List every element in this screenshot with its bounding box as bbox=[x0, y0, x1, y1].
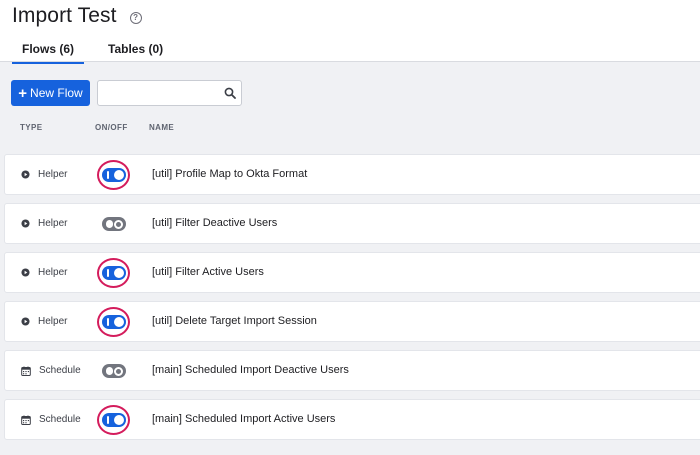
flow-name[interactable]: [util] Delete Target Import Session bbox=[152, 315, 317, 327]
column-header-type: TYPE bbox=[20, 123, 43, 132]
play-icon bbox=[21, 317, 34, 326]
play-icon bbox=[21, 219, 34, 228]
page-title: Import Test bbox=[12, 4, 117, 27]
flow-row[interactable]: Helper [util] Filter Deactive Users bbox=[4, 203, 700, 244]
tab-bar: Flows (6) Tables (0) bbox=[12, 40, 187, 64]
toggle-on[interactable] bbox=[101, 413, 126, 427]
tab-tables[interactable]: Tables (0) bbox=[98, 40, 173, 64]
flow-row[interactable]: Helper [util] Filter Active Users bbox=[4, 252, 700, 293]
flow-type-label: Helper bbox=[38, 267, 68, 278]
calendar-icon bbox=[21, 415, 35, 425]
page-header: Import Test ? Flows (6) Tables (0) bbox=[0, 0, 700, 64]
toggle-container bbox=[97, 356, 130, 386]
flow-type: Helper bbox=[21, 169, 67, 180]
new-flow-button[interactable]: + New Flow bbox=[11, 80, 90, 106]
toolbar: + New Flow bbox=[11, 80, 242, 106]
highlighted-toggle-ring bbox=[97, 160, 130, 190]
search-box[interactable] bbox=[97, 80, 242, 106]
flow-type: Helper bbox=[21, 267, 67, 278]
flow-name[interactable]: [main] Scheduled Import Deactive Users bbox=[152, 364, 349, 376]
new-flow-label: New Flow bbox=[30, 86, 83, 100]
calendar-icon bbox=[21, 366, 35, 376]
help-icon[interactable]: ? bbox=[129, 11, 142, 24]
flow-type: Helper bbox=[21, 218, 67, 229]
toggle-on[interactable] bbox=[101, 168, 126, 182]
search-icon[interactable] bbox=[224, 87, 236, 99]
flow-type-label: Helper bbox=[38, 316, 68, 327]
flow-row[interactable]: Helper [util] Delete Target Import Sessio… bbox=[4, 301, 700, 342]
flow-row[interactable]: Schedule [main] Scheduled Import Active U… bbox=[4, 399, 700, 440]
toggle-off[interactable] bbox=[101, 364, 126, 378]
search-input[interactable] bbox=[102, 82, 222, 104]
flow-name[interactable]: [util] Profile Map to Okta Format bbox=[152, 168, 307, 180]
title-row: Import Test ? bbox=[12, 4, 142, 28]
column-header-name: NAME bbox=[149, 123, 175, 132]
highlighted-toggle-ring bbox=[97, 258, 130, 288]
flow-type-label: Schedule bbox=[39, 365, 81, 376]
flow-list: Helper [util] Profile Map to Okta Format H… bbox=[4, 154, 700, 448]
flow-name[interactable]: [util] Filter Deactive Users bbox=[152, 217, 277, 229]
flow-type-label: Schedule bbox=[39, 414, 81, 425]
flow-type-label: Helper bbox=[38, 218, 68, 229]
flow-type: Schedule bbox=[21, 365, 81, 376]
play-icon bbox=[21, 268, 34, 277]
flow-row[interactable]: Helper [util] Profile Map to Okta Format bbox=[4, 154, 700, 195]
tab-flows[interactable]: Flows (6) bbox=[12, 40, 85, 64]
flow-name[interactable]: [main] Scheduled Import Active Users bbox=[152, 413, 335, 425]
toggle-on[interactable] bbox=[101, 266, 126, 280]
play-icon bbox=[21, 170, 34, 179]
toggle-on[interactable] bbox=[101, 315, 126, 329]
plus-icon: + bbox=[18, 84, 28, 102]
highlighted-toggle-ring bbox=[97, 307, 130, 337]
flow-type-label: Helper bbox=[38, 169, 68, 180]
flow-name[interactable]: [util] Filter Active Users bbox=[152, 266, 264, 278]
highlighted-toggle-ring bbox=[97, 405, 130, 435]
flow-row[interactable]: Schedule [main] Scheduled Import Deactive… bbox=[4, 350, 700, 391]
toggle-container bbox=[97, 209, 130, 239]
column-header-onoff: ON/OFF bbox=[95, 123, 128, 132]
flow-type: Schedule bbox=[21, 414, 81, 425]
toggle-off[interactable] bbox=[101, 217, 126, 231]
flow-type: Helper bbox=[21, 316, 67, 327]
